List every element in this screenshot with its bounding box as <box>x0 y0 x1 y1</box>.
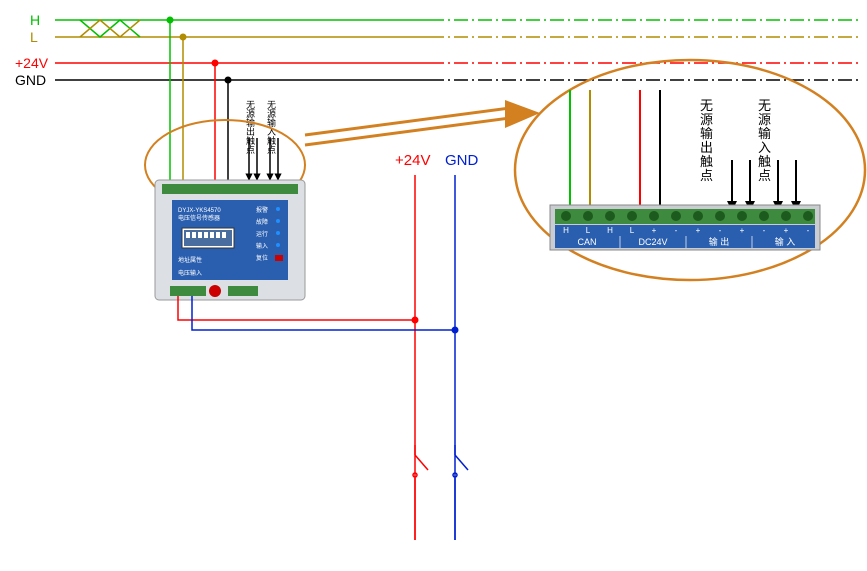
svg-text:输: 输 <box>700 126 713 141</box>
bus-twist <box>80 20 140 37</box>
device-subtitle: 电压信号传感器 <box>178 214 220 222</box>
svg-text:输入: 输入 <box>256 242 268 250</box>
svg-text:+: + <box>740 226 745 235</box>
svg-text:-: - <box>719 226 722 235</box>
mid-verticals <box>415 175 455 330</box>
svg-text:+: + <box>652 226 657 235</box>
svg-text:入: 入 <box>758 140 771 155</box>
bus-label-gnd: GND <box>15 72 46 88</box>
svg-text:H: H <box>607 226 613 235</box>
svg-text:+: + <box>784 226 789 235</box>
svg-text:报警: 报警 <box>256 206 268 214</box>
svg-text:复位: 复位 <box>256 254 268 262</box>
svg-text:+: + <box>696 226 701 235</box>
svg-text:点: 点 <box>700 168 713 183</box>
svg-text:-: - <box>675 226 678 235</box>
svg-text:无: 无 <box>758 98 771 113</box>
bus-label-24v: +24V <box>15 55 49 71</box>
svg-text:输: 输 <box>758 126 771 141</box>
svg-text:触: 触 <box>700 154 713 169</box>
svg-text:L: L <box>586 226 591 235</box>
bottom-wires <box>178 296 468 540</box>
svg-text:DC24V: DC24V <box>638 237 667 247</box>
mid-label-gnd: GND <box>445 152 479 169</box>
mid-label-24v: +24V <box>395 152 430 169</box>
detail-terminal-strip: H L H L + - + - + - + - CAN DC24V 输 出 输 … <box>550 205 820 250</box>
svg-text:-: - <box>763 226 766 235</box>
svg-text:点: 点 <box>267 145 276 155</box>
device-module: DYJX-YKS4570 电压信号传感器 地址属性 电压输入 报警 故障 运行 … <box>155 180 305 300</box>
svg-text:L: L <box>630 226 635 235</box>
svg-text:点: 点 <box>758 168 771 183</box>
device-model: DYJX-YKS4570 <box>178 208 221 214</box>
detail-annot-out: 无源输 出触点 无源输出触点 <box>0 0 713 183</box>
device-bottom-label: 电压输入 <box>178 269 202 277</box>
svg-text:CAN: CAN <box>577 237 596 247</box>
device-address-label: 地址属性 <box>178 256 202 264</box>
bus-label-h: H <box>30 12 40 28</box>
svg-text:点: 点 <box>246 145 255 155</box>
svg-text:输 入: 输 入 <box>775 236 796 247</box>
svg-text:-: - <box>807 226 810 235</box>
svg-text:故障: 故障 <box>256 218 268 226</box>
svg-text:H: H <box>563 226 569 235</box>
svg-text:出: 出 <box>700 140 713 155</box>
svg-text:无: 无 <box>700 98 713 113</box>
svg-text:源: 源 <box>700 112 713 127</box>
svg-text:输 出: 输 出 <box>709 236 730 247</box>
detail-annot-in: 无源输 入触点 无源输入触点 <box>0 0 771 183</box>
callout-arrow <box>305 100 540 145</box>
svg-text:触: 触 <box>758 154 771 169</box>
svg-text:运行: 运行 <box>256 230 268 238</box>
bus-label-l: L <box>30 29 38 45</box>
svg-text:源: 源 <box>758 112 771 127</box>
drop-wires <box>167 17 279 181</box>
